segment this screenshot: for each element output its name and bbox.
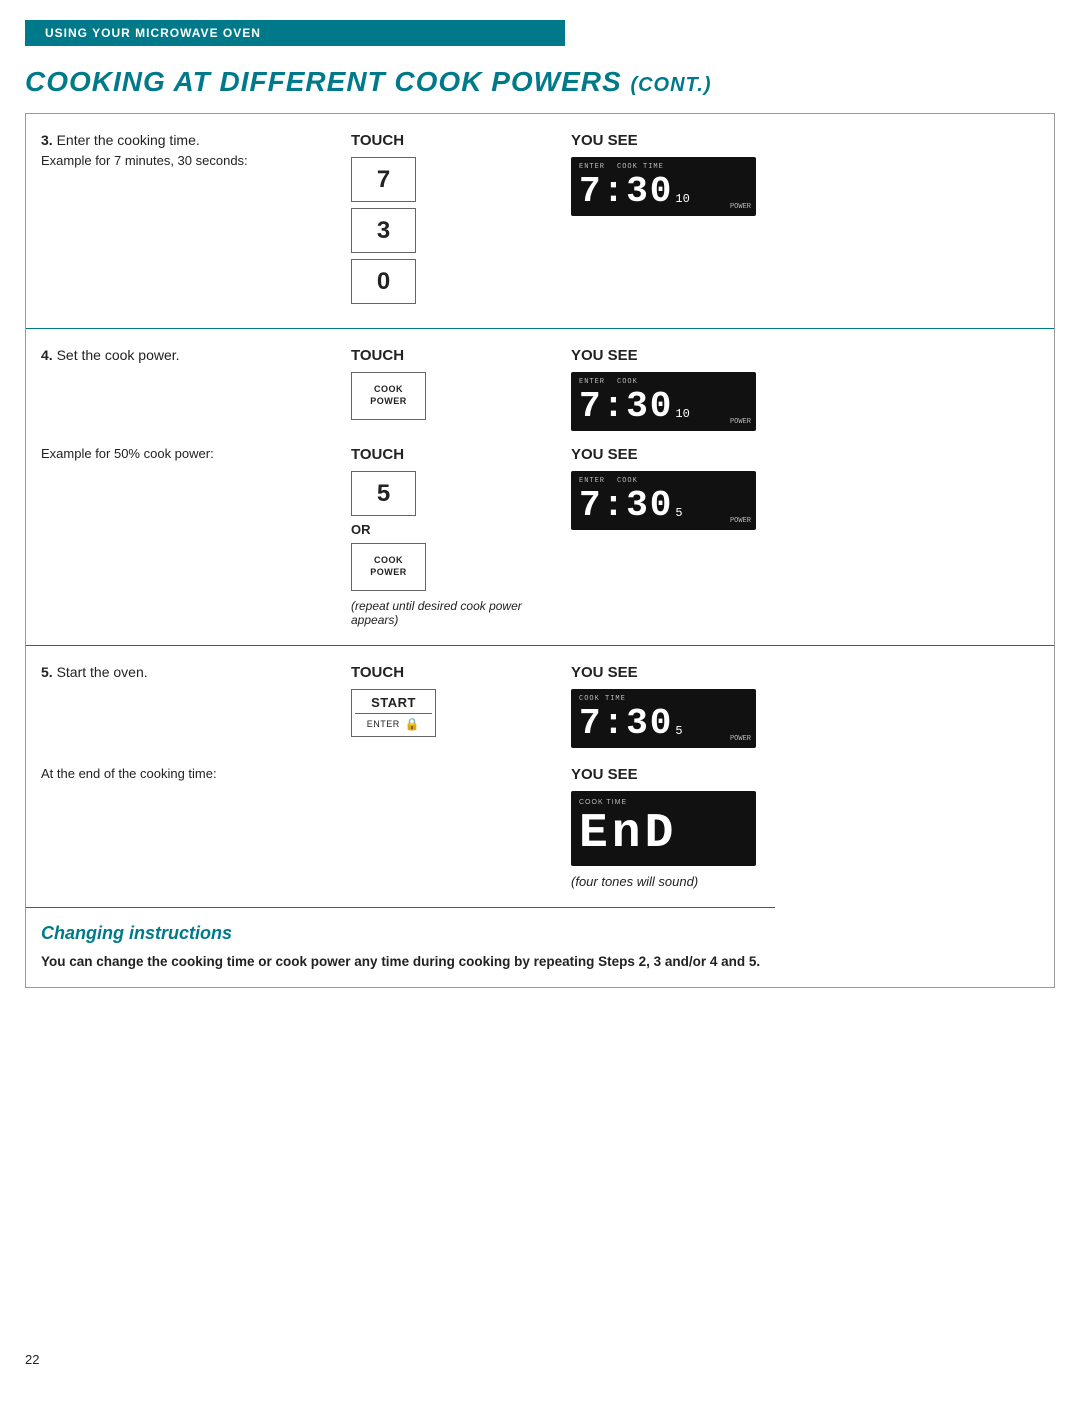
step4-yousee-col2: YOU SEE ENTER COOK 7:30 5 POWER bbox=[561, 446, 781, 530]
step4-yousee-label2: YOU SEE bbox=[571, 446, 771, 463]
step4-d2-power-label: POWER bbox=[730, 517, 751, 525]
enter-label: ENTER bbox=[367, 719, 400, 729]
key-5[interactable]: 5 bbox=[351, 471, 416, 516]
step3-power-label: POWER bbox=[730, 203, 751, 211]
step5-end-text: At the end of the cooking time: bbox=[41, 766, 321, 781]
step5-end-labels: COOK TIME bbox=[579, 799, 748, 806]
step4-yousee-label: YOU SEE bbox=[571, 347, 771, 364]
step4-d2-label1: ENTER bbox=[579, 477, 605, 485]
step4-example: Example for 50% cook power: bbox=[41, 446, 321, 461]
step4-d2-power: 5 bbox=[675, 507, 682, 519]
step4-d2-label2: COOK bbox=[617, 477, 638, 485]
step4-desc: 4. Set the cook power. bbox=[41, 347, 341, 363]
cook-power-btn-2[interactable]: COOKPOWER bbox=[351, 543, 426, 591]
changing-body: You can change the cooking time or cook … bbox=[41, 952, 760, 972]
or-text: OR bbox=[351, 522, 551, 537]
step3-row: 3. Enter the cooking time. Example for 7… bbox=[26, 114, 1054, 329]
step4-display1-labels: ENTER COOK bbox=[579, 378, 748, 386]
step5-d1-power-label: POWER bbox=[730, 735, 751, 743]
step3-desc: 3. Enter the cooking time. Example for 7… bbox=[41, 132, 341, 168]
step5-d1-label1: COOK TIME bbox=[579, 695, 626, 703]
step5-end-desc: At the end of the cooking time: bbox=[41, 766, 341, 781]
step5-d1-time: 7:30 bbox=[579, 706, 673, 742]
step4-display1-main: 7:30 10 bbox=[579, 389, 748, 425]
step5-yousee-label: YOU SEE bbox=[571, 664, 771, 681]
step3-touch-label: TOUCH bbox=[351, 132, 551, 149]
step3-display-labels: ENTER COOK TIME bbox=[579, 163, 748, 171]
step4-d2-time: 7:30 bbox=[579, 488, 673, 524]
step4-yousee-col: YOU SEE ENTER COOK 7:30 10 POWER bbox=[561, 347, 781, 431]
step5-end-label1: COOK TIME bbox=[579, 799, 627, 806]
instruction-box: 3. Enter the cooking time. Example for 7… bbox=[25, 113, 1055, 988]
step5-touch-col: TOUCH START ENTER 🔒 bbox=[341, 664, 561, 737]
step5-number: 5. bbox=[41, 664, 53, 680]
start-text: START bbox=[355, 695, 432, 714]
step3-yousee-label: YOU SEE bbox=[571, 132, 771, 149]
step4-touch-label: TOUCH bbox=[351, 347, 551, 364]
step5-text: Start the oven. bbox=[57, 664, 148, 680]
page-title-cont: (Cont.) bbox=[630, 74, 711, 96]
step3-display-label1: ENTER bbox=[579, 163, 605, 171]
step3-display-power: 10 bbox=[675, 193, 689, 205]
step3-yousee-col: YOU SEE ENTER COOK TIME 7:30 10 POWER bbox=[561, 132, 781, 216]
changing-title: Changing instructions bbox=[41, 923, 760, 944]
step3-number: 3. bbox=[41, 132, 53, 148]
step5-yousee-col: YOU SEE COOK TIME 7:30 5 POWER bbox=[561, 664, 781, 748]
step3-text: Enter the cooking time. bbox=[57, 132, 200, 148]
step4-d1-power: 10 bbox=[675, 408, 689, 420]
step3-display-time: 7:30 bbox=[579, 174, 673, 210]
step4-display2-labels: ENTER COOK bbox=[579, 477, 748, 485]
page-title-main: Cooking at Different Cook Powers bbox=[25, 66, 622, 97]
step4-number: 4. bbox=[41, 347, 53, 363]
start-enter-btn[interactable]: START ENTER 🔒 bbox=[351, 689, 436, 737]
step4-display1: ENTER COOK 7:30 10 POWER bbox=[571, 372, 756, 431]
step4-d1-time: 7:30 bbox=[579, 389, 673, 425]
step4-touch-col2: TOUCH 5 OR COOKPOWER (repeat until desir… bbox=[341, 446, 561, 627]
four-tones: (four tones will sound) bbox=[571, 874, 771, 889]
step5-touch-label: TOUCH bbox=[351, 664, 551, 681]
step3-display-label2: COOK TIME bbox=[617, 163, 664, 171]
step4-touch-col: TOUCH COOKPOWER bbox=[341, 347, 561, 420]
step4-row: 4. Set the cook power. TOUCH COOKPOWER Y… bbox=[26, 329, 1054, 646]
lock-icon: 🔒 bbox=[405, 717, 420, 731]
step4-touch-label2: TOUCH bbox=[351, 446, 551, 463]
step3-display-main: 7:30 10 bbox=[579, 174, 748, 210]
enter-row: ENTER 🔒 bbox=[355, 717, 432, 731]
step3-display: ENTER COOK TIME 7:30 10 POWER bbox=[571, 157, 756, 216]
step5-yousee-label2: YOU SEE bbox=[571, 766, 771, 783]
step5-display1: COOK TIME 7:30 5 POWER bbox=[571, 689, 756, 748]
step4-d1-power-label: POWER bbox=[730, 418, 751, 426]
key-7[interactable]: 7 bbox=[351, 157, 416, 202]
step5-display1-main: 7:30 5 bbox=[579, 706, 748, 742]
main-content: Cooking at Different Cook Powers (Cont.)… bbox=[0, 46, 1080, 1058]
key-0[interactable]: 0 bbox=[351, 259, 416, 304]
step4-display2: ENTER COOK 7:30 5 POWER bbox=[571, 471, 756, 530]
step4-d1-label2: COOK bbox=[617, 378, 638, 386]
step4-d1-label1: ENTER bbox=[579, 378, 605, 386]
step5-end-text-display: EnD bbox=[579, 810, 748, 858]
step3-example: Example for 7 minutes, 30 seconds: bbox=[41, 153, 321, 168]
header-banner: USING YOUR MICROWAVE OVEN bbox=[25, 20, 565, 46]
key-3[interactable]: 3 bbox=[351, 208, 416, 253]
changing-section: Changing instructions You can change the… bbox=[26, 908, 775, 987]
step5-row: 5. Start the oven. TOUCH START ENTER 🔒 Y… bbox=[26, 646, 1054, 987]
page-title: Cooking at Different Cook Powers (Cont.) bbox=[25, 66, 1055, 98]
step5-display1-labels: COOK TIME bbox=[579, 695, 748, 703]
step3-touch-col: TOUCH 7 3 0 bbox=[341, 132, 561, 310]
step4-text: Set the cook power. bbox=[57, 347, 180, 363]
cook-power-btn-1[interactable]: COOKPOWER bbox=[351, 372, 426, 420]
step5-end-yousee-col: YOU SEE COOK TIME EnD (four tones will s… bbox=[561, 766, 781, 889]
page-number: 22 bbox=[25, 1352, 39, 1367]
step5-desc: 5. Start the oven. bbox=[41, 664, 341, 680]
step5-d1-power: 5 bbox=[675, 725, 682, 737]
step5-display-end: COOK TIME EnD bbox=[571, 791, 756, 866]
repeat-text: (repeat until desired cook power appears… bbox=[351, 599, 551, 627]
step4-desc2: Example for 50% cook power: bbox=[41, 446, 341, 461]
step4-display2-main: 7:30 5 bbox=[579, 488, 748, 524]
